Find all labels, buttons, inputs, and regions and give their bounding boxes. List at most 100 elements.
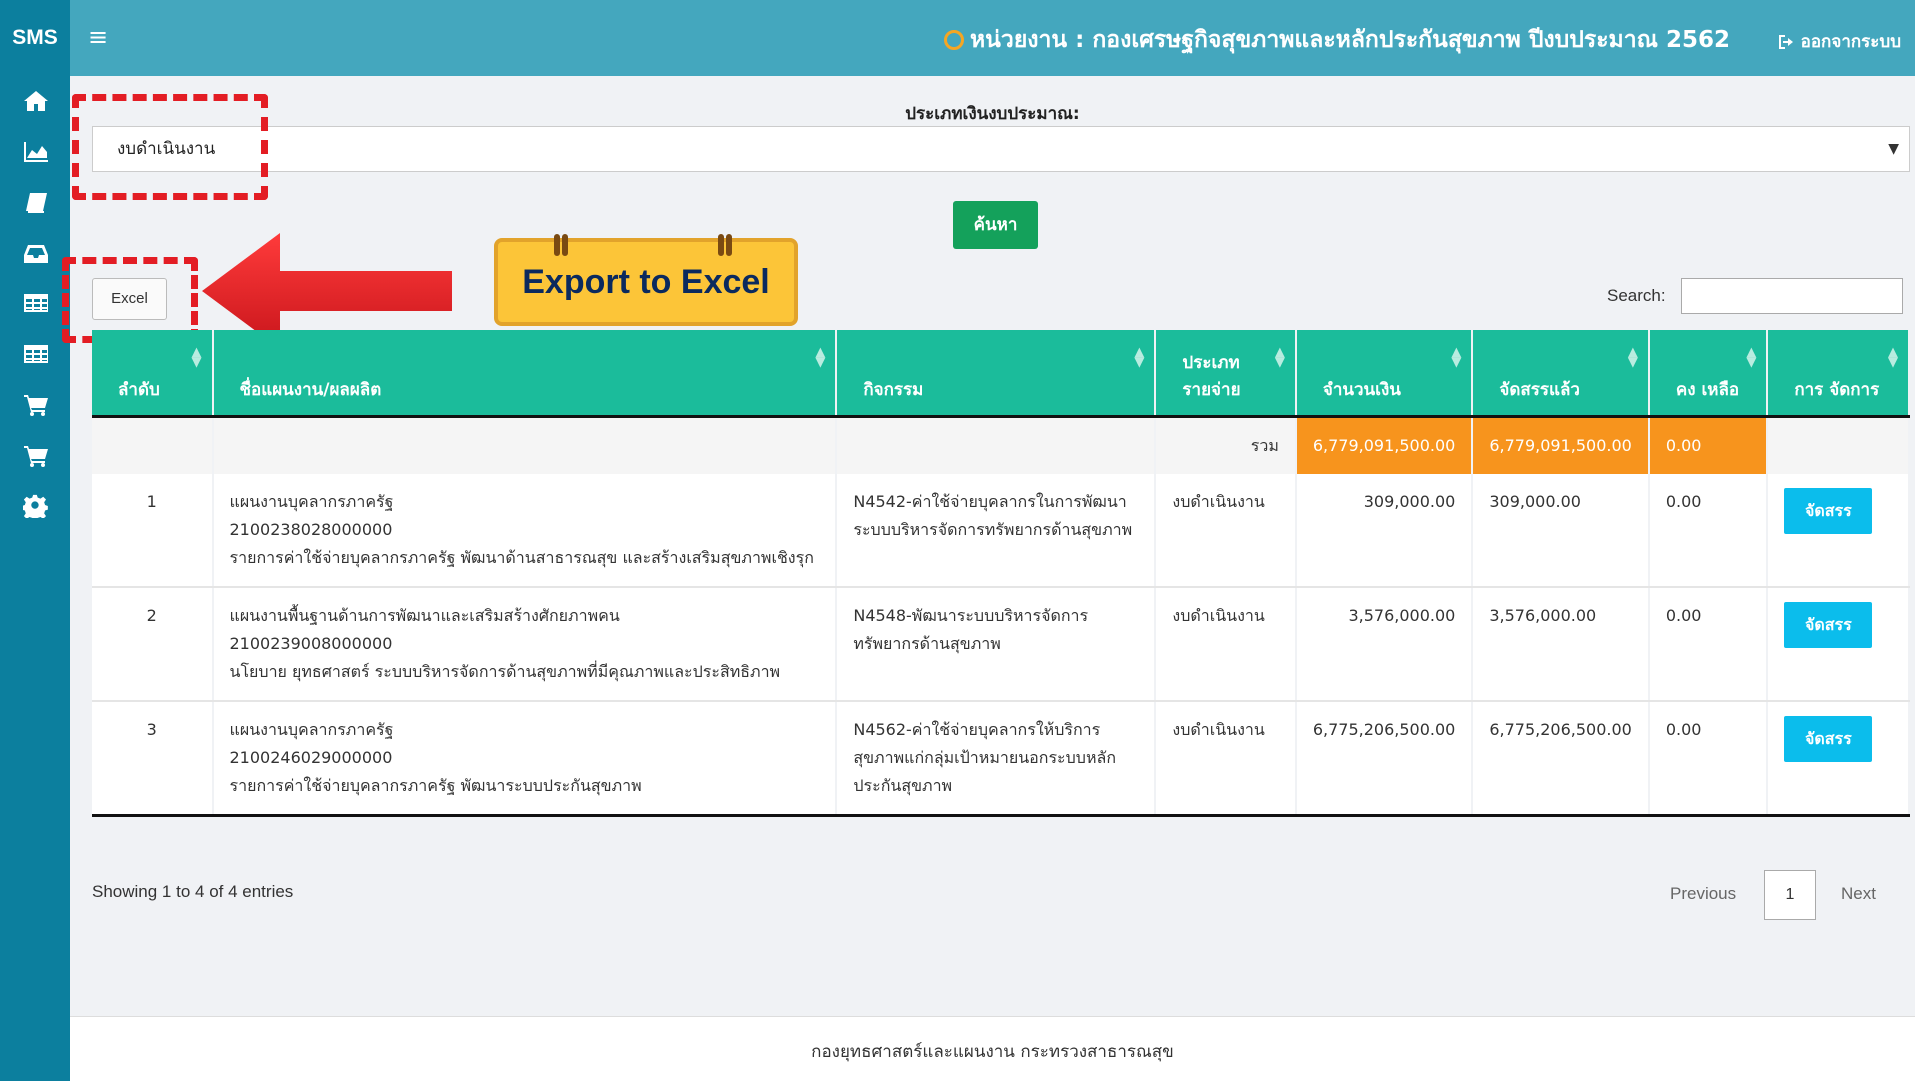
- inbox-icon[interactable]: [22, 241, 50, 267]
- logout-label: ออกจากระบบ: [1800, 32, 1901, 52]
- plan-cell: แผนงานบุคลากรภาครัฐ 2100238028000000 ราย…: [212, 473, 838, 588]
- callout-text: Export to Excel: [522, 263, 770, 301]
- menu-toggle-icon[interactable]: ≡: [88, 25, 110, 49]
- table-cell: [836, 416, 1157, 474]
- column-header[interactable]: คง เหลือ ▲ ▼: [1648, 330, 1769, 418]
- table-cell: [212, 416, 838, 474]
- action-cell: จัดสรร: [1767, 473, 1910, 588]
- expense-type-cell: งบดำเนินงาน: [1155, 473, 1297, 588]
- book-icon[interactable]: [22, 190, 50, 216]
- brand-logo[interactable]: SMS: [0, 0, 70, 76]
- sort-icon: ▲ ▼: [1451, 345, 1462, 370]
- sort-icon: ▲ ▼: [1746, 345, 1757, 370]
- export-callout: Export to Excel: [494, 234, 798, 326]
- cart-icon[interactable]: [22, 392, 50, 418]
- column-header[interactable]: การ จัดการ ▲ ▼: [1767, 330, 1910, 418]
- budget-type-select[interactable]: งบดำเนินงาน ▼: [92, 126, 1910, 172]
- total-remaining: 0.00: [1648, 416, 1769, 474]
- pin-icon: [718, 234, 732, 256]
- sign-out-icon: [1778, 34, 1793, 49]
- column-header[interactable]: กิจกรรม ▲ ▼: [836, 330, 1157, 418]
- table-info: Showing 1 to 4 of 4 entries: [92, 882, 294, 901]
- remaining-cell: 0.00: [1648, 586, 1769, 702]
- plan-cell: แผนงานบุคลากรภาครัฐ 2100246029000000 ราย…: [212, 700, 838, 817]
- allocate-button[interactable]: จัดสรร: [1784, 487, 1873, 534]
- sort-icon: ▲ ▼: [191, 345, 202, 370]
- column-header-label: กิจกรรม: [863, 379, 924, 400]
- column-header[interactable]: ชื่อแผนงาน/ผลผลิต ▲ ▼: [212, 330, 838, 418]
- allocated-cell: 3,576,000.00: [1472, 586, 1650, 702]
- column-header[interactable]: จำนวนเงิน ▲ ▼: [1295, 330, 1474, 418]
- column-header-label: การ จัดการ: [1794, 379, 1880, 400]
- table-row: 3 แผนงานบุคลากรภาครัฐ 2100246029000000 ร…: [92, 700, 1910, 817]
- plan-code: 2100238028000000: [229, 519, 393, 539]
- home-icon[interactable]: [22, 88, 50, 114]
- pagination-next[interactable]: Next: [1841, 884, 1876, 904]
- expense-type-cell: งบดำเนินงาน: [1155, 586, 1297, 702]
- chevron-down-icon: ▼: [1888, 141, 1899, 157]
- pagination-previous[interactable]: Previous: [1670, 884, 1736, 904]
- column-header-label: จำนวนเงิน: [1322, 379, 1401, 400]
- plan-detail: รายการค่าใช้จ่ายบุคลากรภาครัฐ พัฒนาระบบป…: [229, 775, 642, 795]
- pagination-page[interactable]: 1: [1764, 870, 1816, 920]
- remaining-cell: 0.00: [1648, 700, 1769, 817]
- allocate-button[interactable]: จัดสรร: [1784, 715, 1873, 762]
- sort-icon: ▲ ▼: [1888, 345, 1898, 370]
- gear-icon[interactable]: [22, 493, 50, 519]
- total-allocated: 6,779,091,500.00: [1472, 416, 1650, 474]
- budget-type-label: ประเภทเงินงบประมาณ:: [905, 104, 1080, 124]
- table-row: 2 แผนงานพื้นฐานด้านการพัฒนาและเสริมสร้าง…: [92, 586, 1910, 702]
- sidebar: [0, 76, 70, 1081]
- budget-table: ลำดับ ▲ ▼ ชื่อแผนงาน/ผลผลิต ▲ ▼ กิจกรรม ▲ ▼ ปร…: [92, 330, 1910, 817]
- allocate-button[interactable]: จัดสรร: [1784, 601, 1873, 648]
- plan-detail: รายการค่าใช้จ่ายบุคลากรภาครัฐ พัฒนาด้านส…: [229, 547, 814, 567]
- column-header[interactable]: จัดสรรแล้ว ▲ ▼: [1472, 330, 1650, 418]
- expense-type-cell: งบดำเนินงาน: [1155, 700, 1297, 817]
- top-navbar: SMS ≡ หน่วยงาน : กองเศรษฐกิจสุขภาพและหลั…: [0, 0, 1915, 76]
- column-header[interactable]: ประเภท รายจ่าย ▲ ▼: [1155, 330, 1297, 418]
- amount-cell: 309,000.00: [1295, 473, 1474, 588]
- row-number: 2: [92, 586, 214, 702]
- table-icon[interactable]: [22, 341, 50, 367]
- unit-title-text: หน่วยงาน : กองเศรษฐกิจสุขภาพและหลักประกั…: [970, 27, 1730, 53]
- table-row: 1 แผนงานบุคลากรภาครัฐ 2100238028000000 ร…: [92, 473, 1910, 588]
- plan-name: แผนงานบุคลากรภาครัฐ: [229, 491, 394, 511]
- search-button[interactable]: ค้นหา: [953, 201, 1038, 249]
- sort-icon: ▲ ▼: [1274, 345, 1285, 370]
- area-chart-icon[interactable]: [22, 139, 50, 165]
- footer: กองยุทธศาสตร์และแผนงาน กระทรวงสาธารณสุข: [70, 1016, 1915, 1081]
- column-header-label: ชื่อแผนงาน/ผลผลิต: [239, 379, 382, 400]
- cart-icon[interactable]: [22, 443, 50, 469]
- column-header[interactable]: ลำดับ ▲ ▼: [92, 330, 214, 418]
- row-number: 1: [92, 473, 214, 588]
- activity-cell: N4548-พัฒนาระบบบริหารจัดการทรัพยากรด้านส…: [836, 586, 1157, 702]
- action-cell: จัดสรร: [1767, 700, 1910, 817]
- plan-name: แผนงานพื้นฐานด้านการพัฒนาและเสริมสร้างศั…: [229, 605, 620, 625]
- total-amount: 6,779,091,500.00: [1295, 416, 1474, 474]
- logout-link[interactable]: ออกจากระบบ: [1777, 28, 1901, 55]
- total-row: รวม 6,779,091,500.00 6,779,091,500.00 0.…: [92, 416, 1910, 474]
- table-cell: [92, 416, 214, 474]
- allocated-cell: 6,775,206,500.00: [1472, 700, 1650, 817]
- sort-icon: ▲ ▼: [1134, 345, 1145, 370]
- table-icon[interactable]: [22, 290, 50, 316]
- plan-cell: แผนงานพื้นฐานด้านการพัฒนาและเสริมสร้างศั…: [212, 586, 838, 702]
- search-input[interactable]: [1681, 278, 1903, 314]
- highlight-box: [72, 94, 268, 200]
- pin-icon: [554, 234, 568, 256]
- column-header-label: ลำดับ: [118, 379, 160, 400]
- circle-icon: [944, 30, 965, 50]
- sort-icon: ▲ ▼: [1627, 345, 1638, 370]
- allocated-cell: 309,000.00: [1472, 473, 1650, 588]
- table-header-row: ลำดับ ▲ ▼ ชื่อแผนงาน/ผลผลิต ▲ ▼ กิจกรรม ▲ ▼ ปร…: [92, 330, 1910, 418]
- column-header-label: คง เหลือ: [1675, 379, 1740, 400]
- amount-cell: 3,576,000.00: [1295, 586, 1474, 702]
- column-header-label: ประเภท รายจ่าย: [1182, 352, 1241, 400]
- search-label: Search:: [1607, 286, 1666, 305]
- action-cell: จัดสรร: [1767, 586, 1910, 702]
- plan-code: 2100246029000000: [229, 747, 393, 767]
- column-header-label: จัดสรรแล้ว: [1499, 379, 1580, 400]
- main-content: ประเภทเงินงบประมาณ: งบดำเนินงาน ▼ ค้นหา …: [62, 76, 1915, 1016]
- remaining-cell: 0.00: [1648, 473, 1769, 588]
- sort-icon: ▲ ▼: [815, 345, 826, 370]
